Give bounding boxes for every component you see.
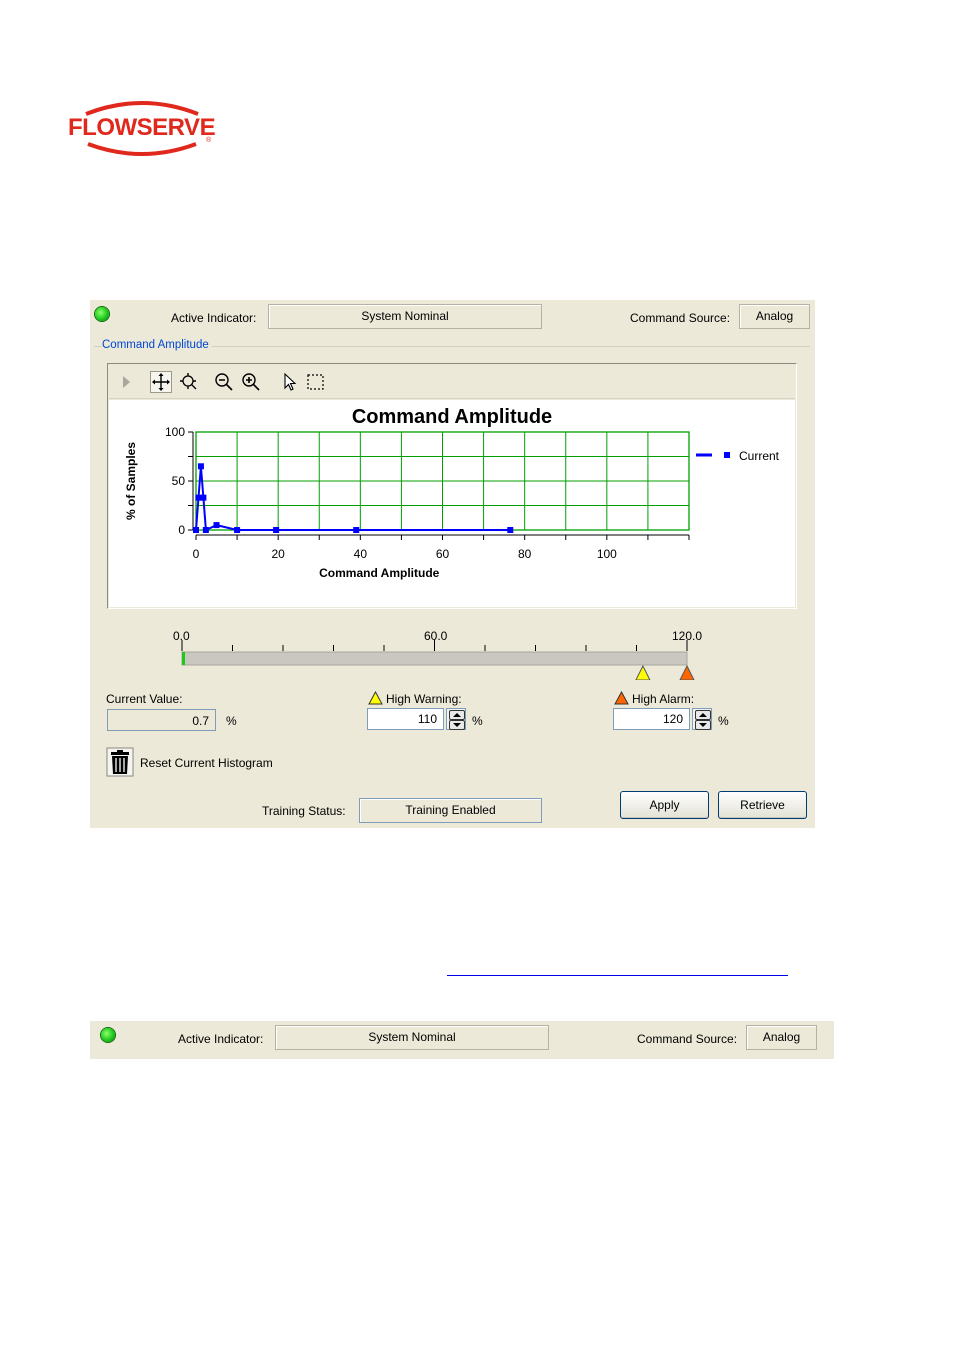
logo-trademark: ® (206, 136, 212, 144)
active-indicator-field: System Nominal (275, 1025, 549, 1050)
series-point (202, 527, 209, 533)
spin-down-icon[interactable] (695, 720, 711, 730)
high-alarm-unit: % (718, 714, 729, 728)
active-indicator-label: Active Indicator: (171, 311, 257, 325)
apply-button[interactable]: Apply (620, 791, 709, 819)
x-axis-label: Command Amplitude (319, 566, 440, 580)
select-icon[interactable] (279, 371, 301, 393)
zoom-in-icon[interactable] (240, 371, 262, 393)
high-warning-input[interactable] (367, 708, 444, 730)
series-point (507, 527, 514, 533)
series-point (273, 527, 280, 533)
logo-text: FLOWSERVE (68, 114, 216, 141)
scale-track (181, 651, 688, 666)
spin-up-icon[interactable] (449, 710, 465, 720)
current-value-unit: % (226, 714, 237, 728)
high-alarm-label: High Alarm: (632, 692, 695, 706)
chart-area: Command Amplitude 0 20 40 60 80 100 0 50 100 Com… (109, 400, 795, 607)
series-point (213, 522, 220, 529)
current-value-field: 0.7 (107, 709, 216, 731)
series-point (200, 494, 207, 501)
y-axis-label: % of Samples (124, 442, 138, 520)
x-tick-label: 80 (518, 547, 532, 561)
x-tick-label: 40 (354, 547, 368, 561)
legend-marker (724, 452, 730, 458)
zoom-fit-icon[interactable] (177, 371, 199, 393)
x-tick-label: 100 (597, 547, 617, 561)
scale-current-fill (182, 652, 185, 665)
pan-icon[interactable] (150, 371, 172, 393)
high-warning-marker-icon[interactable] (635, 664, 651, 680)
series-point (234, 527, 241, 533)
flowserve-logo: FLOWSERVE ® (66, 98, 218, 158)
retrieve-button[interactable]: Retrieve (718, 791, 807, 819)
high-alarm-input[interactable] (613, 708, 690, 730)
active-indicator-field: System Nominal (268, 304, 542, 329)
hyperlink-underline[interactable] (447, 975, 788, 976)
command-source-label: Command Source: (630, 311, 731, 325)
training-status-field: Training Enabled (359, 798, 542, 823)
command-source-label: Command Source: (637, 1032, 738, 1046)
command-source-field: Analog (746, 1025, 817, 1050)
spin-up-icon[interactable] (695, 710, 711, 720)
high-warning-label: High Warning: (386, 692, 462, 706)
command-source-field: Analog (739, 304, 810, 329)
spin-down-icon[interactable] (449, 720, 465, 730)
series-line (195, 466, 511, 532)
rect-select-icon[interactable] (305, 371, 327, 393)
series-point (193, 527, 199, 533)
chart-frame: Command Amplitude 0 20 40 60 80 100 0 50 100 Com… (107, 363, 797, 609)
series-point (197, 463, 204, 470)
active-indicator-label: Active Indicator: (178, 1032, 264, 1046)
play-icon[interactable] (117, 371, 139, 393)
histogram-chart: Command Amplitude 0 20 40 60 80 100 0 50 100 Com… (124, 406, 780, 580)
status-led-icon (95, 307, 109, 321)
x-tick-label: 0 (193, 547, 200, 561)
legend-current: Current (739, 449, 780, 463)
y-tick-label: 50 (172, 474, 186, 488)
command-amplitude-panel: Active Indicator: System Nominal Command… (90, 300, 815, 828)
series-point (353, 527, 360, 533)
x-tick-label: 60 (436, 547, 450, 561)
high-alarm-spinner[interactable] (692, 708, 712, 730)
y-tick-label: 0 (178, 523, 185, 537)
status-bar-detail: Active Indicator: System Nominal Command… (90, 1021, 834, 1059)
chart-toolbar (109, 365, 795, 399)
status-bar: Active Indicator: System Nominal Command… (90, 300, 815, 336)
reset-histogram-button[interactable]: Reset Current Histogram (106, 747, 296, 779)
threshold-scale: 0.0 60.0 120.0 (90, 620, 815, 680)
alarm-triangle-icon (614, 691, 629, 705)
training-status-label: Training Status: (262, 804, 346, 818)
high-warning-spinner[interactable] (446, 708, 466, 730)
y-tick-label: 100 (165, 425, 185, 439)
bottom-bar: Training Status: Training Enabled Apply … (90, 780, 815, 828)
warning-triangle-icon (368, 691, 383, 705)
zoom-out-icon[interactable] (213, 371, 235, 393)
high-warning-unit: % (472, 714, 483, 728)
group-title: Command Amplitude (102, 339, 212, 351)
chart-legend: Current (696, 449, 780, 463)
high-alarm-marker-icon[interactable] (679, 664, 695, 680)
reset-histogram-label: Reset Current Histogram (140, 756, 273, 770)
chart-title: Command Amplitude (352, 406, 552, 428)
current-value-label: Current Value: (106, 692, 183, 706)
status-led-icon (101, 1028, 115, 1042)
x-tick-label: 20 (271, 547, 285, 561)
trash-icon (106, 747, 134, 777)
